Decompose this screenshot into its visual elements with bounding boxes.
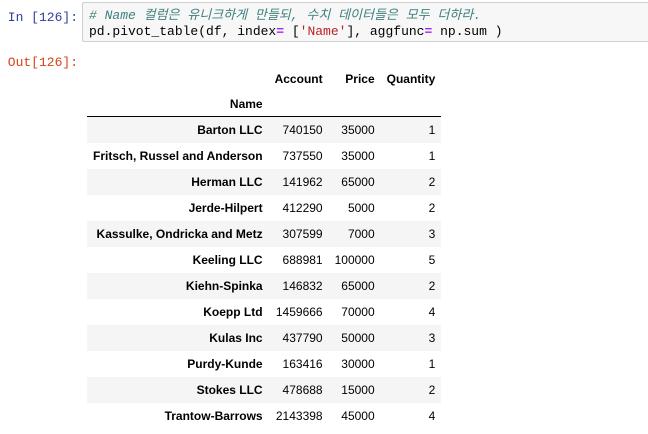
cell-price: 65000 <box>341 175 375 189</box>
cell-quantity: 2 <box>428 279 436 293</box>
table-row: Barton LLC 740150 35000 1 <box>87 116 442 143</box>
cell-quantity: 2 <box>428 175 436 189</box>
cell-price: 65000 <box>341 279 375 293</box>
input-prompt: In [126]: <box>7 10 78 25</box>
code-string: 'Name' <box>299 24 347 39</box>
row-name: Barton LLC <box>197 123 263 137</box>
cell-account: 412290 <box>282 201 323 215</box>
table-row: Koepp Ltd 1459666 70000 4 <box>87 299 442 325</box>
table-row: Herman LLC 141962 65000 2 <box>87 169 442 195</box>
output-prompt: Out[126]: <box>7 55 78 70</box>
cell-quantity: 2 <box>428 383 436 397</box>
table-row: Keeling LLC 688981 100000 5 <box>87 247 442 273</box>
table-row: Kiehn-Spinka 146832 65000 2 <box>87 273 442 299</box>
cell-price: 50000 <box>341 331 375 345</box>
row-name: Fritsch, Russel and Anderson <box>93 149 263 163</box>
index-name-header: Name <box>87 91 269 117</box>
column-header-price: Price <box>345 71 375 86</box>
column-header-account: Account <box>274 71 323 86</box>
table-row: Jerde-Hilpert 412290 5000 2 <box>87 195 442 221</box>
cell-price: 5000 <box>347 201 375 215</box>
pivot-table: Account Price Quantity Name Barton LLC 7… <box>87 66 442 429</box>
cell-account: 307599 <box>282 227 323 241</box>
row-name: Stokes LLC <box>196 383 263 397</box>
cell-price: 7000 <box>347 227 375 241</box>
row-name: Kulas Inc <box>209 331 263 345</box>
table-row: Trantow-Barrows 2143398 45000 4 <box>87 403 442 429</box>
row-name: Herman LLC <box>191 175 263 189</box>
column-header-row: Account Price Quantity <box>87 66 441 91</box>
cell-account: 1459666 <box>275 305 323 319</box>
code-input-cell[interactable]: # Name 컬럼은 유니크하게 만들되, 수치 데이터들은 모두 더하라. pd… <box>82 2 648 42</box>
cell-price: 35000 <box>341 123 375 137</box>
table-row: Stokes LLC 478688 15000 2 <box>87 377 442 403</box>
code-operator: = <box>276 24 285 39</box>
cell-quantity: 3 <box>428 227 436 241</box>
cell-account: 478688 <box>282 383 323 397</box>
corner-cell <box>87 66 269 91</box>
cell-account: 146832 <box>282 279 323 293</box>
row-name: Trantow-Barrows <box>164 409 263 423</box>
table-row: Fritsch, Russel and Anderson 737550 3500… <box>87 143 442 169</box>
row-name: Koepp Ltd <box>203 305 263 319</box>
cell-price: 15000 <box>341 383 375 397</box>
cell-account: 163416 <box>282 357 323 371</box>
row-name: Kassulke, Ondricka and Metz <box>96 227 263 241</box>
cell-account: 2143398 <box>275 409 323 423</box>
cell-account: 688981 <box>282 253 323 267</box>
table-row: Kulas Inc 437790 50000 3 <box>87 325 442 351</box>
empty-header-cell <box>268 91 329 117</box>
cell-price: 45000 <box>341 409 375 423</box>
code-comment: # Name 컬럼은 유니크하게 만들되, 수치 데이터들은 모두 더하라. <box>89 8 482 23</box>
cell-quantity: 4 <box>428 409 436 423</box>
cell-account: 141962 <box>282 175 323 189</box>
cell-quantity: 1 <box>428 357 436 371</box>
row-name: Jerde-Hilpert <box>188 201 263 215</box>
empty-header-cell <box>380 91 442 117</box>
code-line: pd.pivot_table(df, index= ['Name'], aggf… <box>89 24 648 40</box>
cell-account: 437790 <box>282 331 323 345</box>
row-name: Keeling LLC <box>192 253 263 267</box>
code-token: ], aggfunc <box>346 24 425 39</box>
index-header-row: Name <box>87 91 442 117</box>
cell-account: 737550 <box>282 149 323 163</box>
cell-account: 740150 <box>282 123 323 137</box>
cell-quantity: 4 <box>428 305 436 319</box>
cell-quantity: 1 <box>428 149 436 163</box>
empty-header-cell <box>328 91 381 117</box>
cell-quantity: 3 <box>428 331 436 345</box>
code-token: np.sum ) <box>432 24 503 39</box>
cell-price: 100000 <box>334 253 375 267</box>
cell-price: 35000 <box>341 149 375 163</box>
cell-quantity: 2 <box>428 201 436 215</box>
column-header-quantity: Quantity <box>386 71 436 86</box>
row-name: Kiehn-Spinka <box>185 279 263 293</box>
table-row: Purdy-Kunde 163416 30000 1 <box>87 351 442 377</box>
code-token: [ <box>284 24 300 39</box>
cell-price: 70000 <box>341 305 375 319</box>
cell-price: 30000 <box>341 357 375 371</box>
row-name: Purdy-Kunde <box>187 357 263 371</box>
cell-quantity: 1 <box>428 123 436 137</box>
code-token: pd.pivot_table(df, index <box>89 24 277 39</box>
table-row: Kassulke, Ondricka and Metz 307599 7000 … <box>87 221 442 247</box>
cell-quantity: 5 <box>428 253 436 267</box>
